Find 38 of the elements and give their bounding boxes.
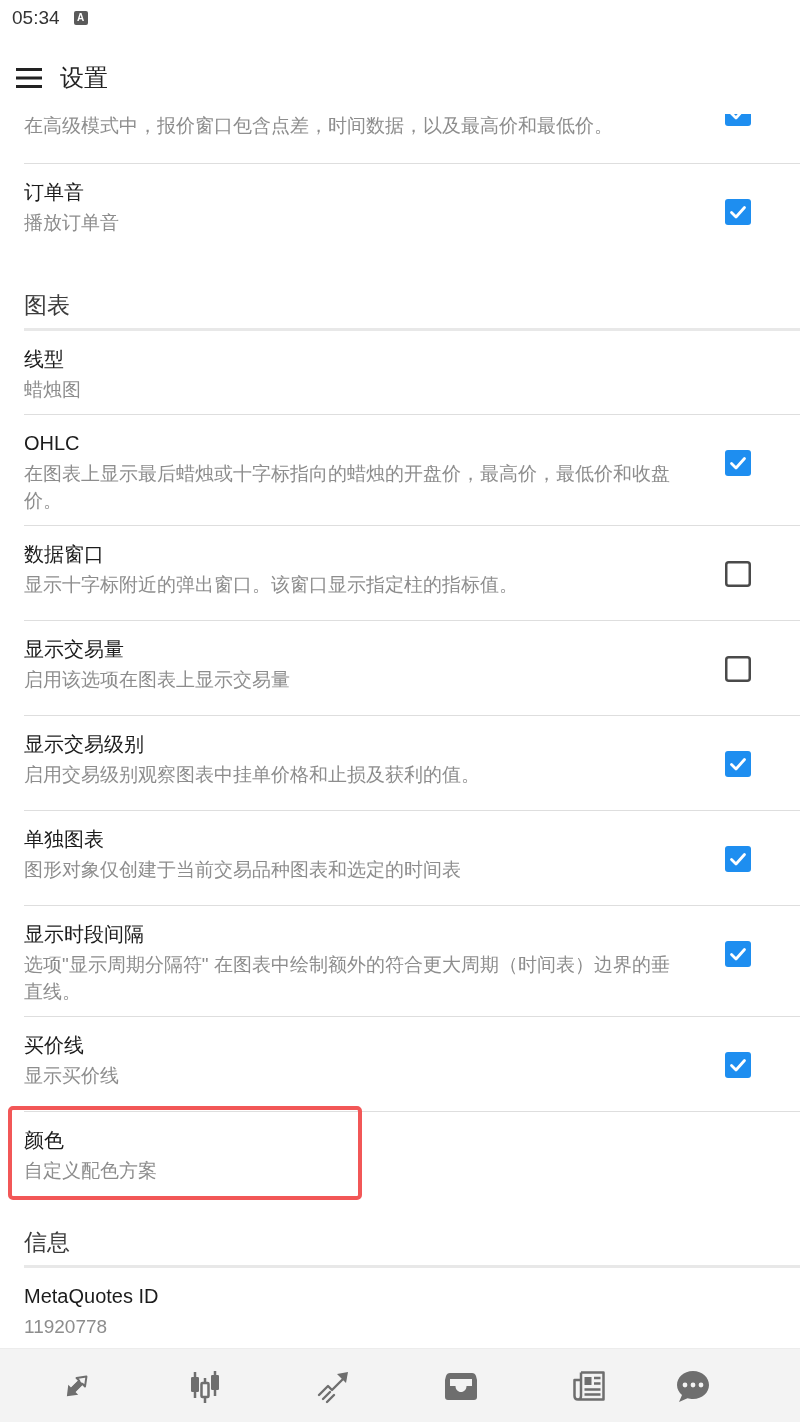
setting-title: 单独图表 [24, 827, 105, 852]
checkbox[interactable] [725, 1052, 751, 1078]
setting-description: 显示买价线 [24, 1064, 120, 1088]
checkbox[interactable] [725, 114, 751, 126]
section-header: 图表 [24, 258, 800, 331]
setting-description: 自定义配色方案 [24, 1159, 158, 1183]
setting-title: 订单音 [24, 180, 85, 205]
checkbox[interactable] [725, 846, 751, 872]
checkbox[interactable] [725, 941, 751, 967]
setting-description: 在图表上显示最后蜡烛或十字标指向的蜡烛的开盘价，最高价，最低价和收盘价。 [24, 462, 671, 513]
checkbox[interactable] [725, 450, 751, 476]
setting-title: 颜色 [24, 1128, 65, 1153]
setting-title: MetaQuotes ID [24, 1284, 160, 1309]
setting-description: 在高级模式中，报价窗口包含点差，时间数据，以及最高价和最低价。 [24, 114, 614, 138]
setting-title: 显示交易级别 [24, 732, 145, 757]
setting-title: OHLC [24, 431, 81, 456]
setting-description: 选项"显示周期分隔符" 在图表中绘制额外的符合更大周期（时间表）边界的垂直线。 [24, 953, 671, 1004]
status-time: 05:34 [12, 6, 60, 30]
menu-icon[interactable] [16, 68, 42, 88]
setting-title: 显示时段间隔 [24, 922, 145, 947]
setting-description: 11920778 [24, 1315, 109, 1339]
setting-description: 启用交易级别观察图表中挂单价格和止损及获利的值。 [24, 763, 481, 787]
setting-description: 显示十字标附近的弹出窗口。该窗口显示指定柱的指标值。 [24, 573, 519, 597]
section-header: 信息 [24, 1195, 800, 1268]
setting-description: 蜡烛图 [24, 378, 82, 402]
setting-title: 线型 [24, 347, 65, 372]
checkbox[interactable] [725, 751, 751, 777]
setting-description: 启用该选项在图表上显示交易量 [24, 668, 291, 692]
setting-description: 播放订单音 [24, 211, 120, 235]
setting-title: 数据窗口 [24, 542, 105, 567]
setting-description: 图形对象仅创建于当前交易品种图表和选定的时间表 [24, 858, 462, 882]
page-title: 设置 [60, 63, 108, 93]
setting-title: 买价线 [24, 1033, 85, 1058]
checkbox[interactable] [725, 199, 751, 225]
notification-badge: A [73, 11, 88, 25]
checkbox[interactable] [725, 561, 751, 587]
setting-title: 显示交易量 [24, 637, 125, 662]
checkbox[interactable] [725, 656, 751, 682]
